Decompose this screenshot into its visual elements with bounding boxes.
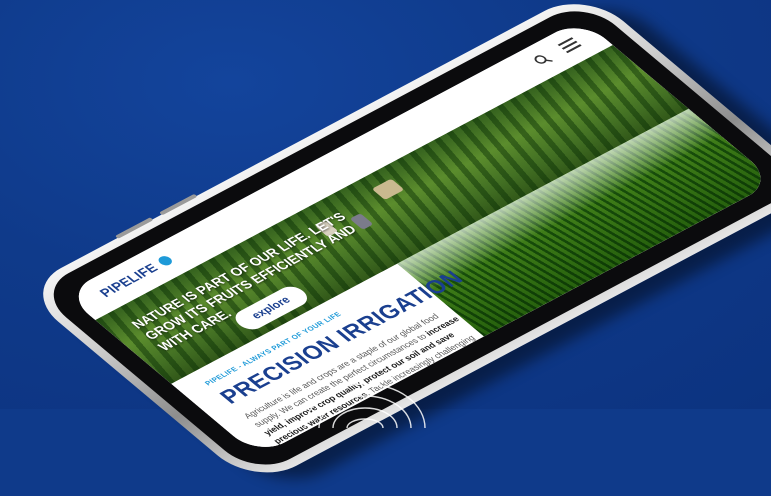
pipelife-dot-icon (155, 254, 175, 268)
wave-rings-icon (304, 383, 426, 428)
field-worker (371, 178, 405, 201)
hamburger-menu-icon[interactable] (557, 37, 582, 54)
search-icon[interactable] (530, 52, 554, 68)
